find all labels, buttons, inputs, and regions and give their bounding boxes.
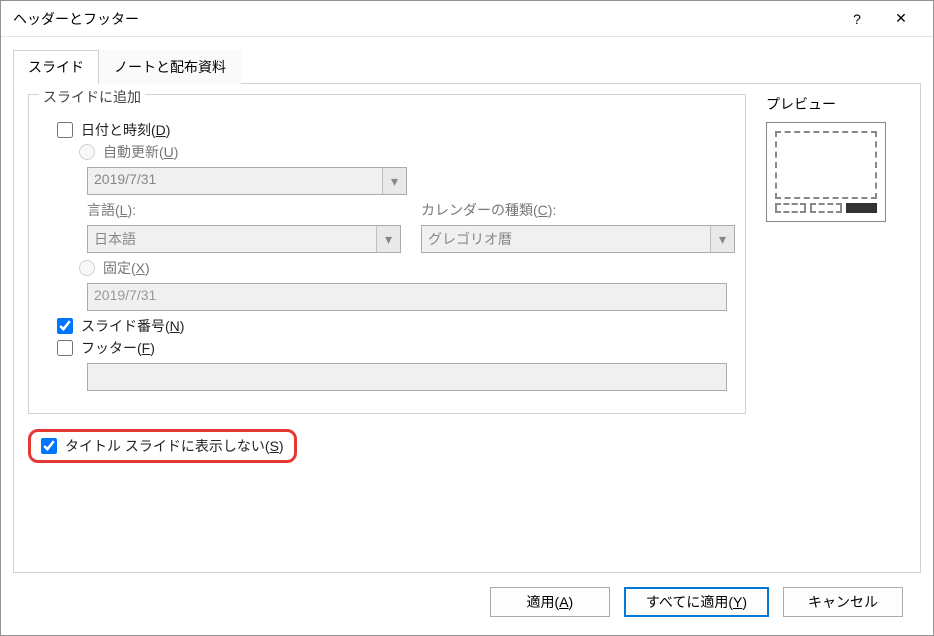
fieldset-legend: スライドに追加 <box>39 89 145 105</box>
auto-date-dropdown-button[interactable]: ▾ <box>382 168 406 194</box>
dont-show-on-title-checkbox[interactable] <box>41 438 57 454</box>
help-button[interactable]: ? <box>835 5 879 33</box>
preview-footer-row <box>775 203 877 213</box>
tab-strip: スライド ノートと配布資料 <box>13 49 921 84</box>
preview-label: プレビュー <box>766 94 906 114</box>
apply-all-button[interactable]: すべてに適用(Y) <box>624 587 769 617</box>
footer-text-field[interactable] <box>87 363 727 391</box>
calendar-dropdown-button[interactable]: ▾ <box>710 226 734 252</box>
calendar-label: カレンダーの種類(C): <box>421 199 735 221</box>
dialog-footer: 適用(A) すべてに適用(Y) キャンセル <box>13 573 921 635</box>
slide-number-checkbox[interactable] <box>57 318 73 334</box>
preview-content <box>775 131 877 199</box>
datetime-row: 日付と時刻(D) <box>39 119 735 141</box>
fixed-label: 固定(X) <box>103 258 150 278</box>
footer-checkbox[interactable] <box>57 340 73 356</box>
cancel-button-label: キャンセル <box>808 592 878 612</box>
close-button[interactable]: ✕ <box>879 5 923 33</box>
slide-number-label: スライド番号(N) <box>81 316 184 336</box>
header-footer-dialog: ヘッダーとフッター ? ✕ スライド ノートと配布資料 スライドに追加 日付と時… <box>0 0 934 636</box>
calendar-combo[interactable]: グレゴリオ暦 ▾ <box>421 225 735 253</box>
tab-content: スライドに追加 日付と時刻(D) 自動更新(U) 2019/7/31 ▾ <box>13 84 921 573</box>
auto-update-label: 自動更新(U) <box>103 142 178 162</box>
no-title-slide-row: タイトル スライドに表示しない(S) <box>28 428 746 464</box>
fixed-row: 固定(X) <box>39 257 735 279</box>
auto-date-value: 2019/7/31 <box>88 168 382 194</box>
preview-area: プレビュー <box>766 94 906 562</box>
include-on-slide-group: スライドに追加 日付と時刻(D) 自動更新(U) 2019/7/31 ▾ <box>28 94 746 414</box>
apply-all-button-label: すべてに適用(Y) <box>646 592 747 612</box>
tab-notes-label: ノートと配布資料 <box>114 59 226 75</box>
footer-row: フッター(F) <box>39 337 735 359</box>
question-icon: ? <box>853 11 861 27</box>
form-area: スライドに追加 日付と時刻(D) 自動更新(U) 2019/7/31 ▾ <box>28 94 746 562</box>
tab-notes-handouts[interactable]: ノートと配布資料 <box>99 50 241 84</box>
auto-date-combo[interactable]: 2019/7/31 ▾ <box>87 167 407 195</box>
datetime-label: 日付と時刻(D) <box>81 120 170 140</box>
footer-label: フッター(F) <box>81 338 155 358</box>
auto-update-row: 自動更新(U) <box>39 141 735 163</box>
tab-slide[interactable]: スライド <box>13 50 99 84</box>
language-value: 日本語 <box>88 226 376 252</box>
close-icon: ✕ <box>895 10 907 27</box>
dont-show-on-title-label: タイトル スライドに表示しない(S) <box>65 436 284 456</box>
titlebar: ヘッダーとフッター ? ✕ <box>1 1 933 37</box>
auto-update-radio[interactable] <box>79 144 95 160</box>
highlight-callout: タイトル スライドに表示しない(S) <box>28 429 297 463</box>
preview-slot-date <box>775 203 806 213</box>
lang-cal-row: 言語(L): 日本語 ▾ カレンダーの種類(C): グレゴリオ暦 ▾ <box>39 199 735 257</box>
language-label: 言語(L): <box>87 199 401 221</box>
chevron-down-icon: ▾ <box>385 231 392 248</box>
datetime-checkbox[interactable] <box>57 122 73 138</box>
calendar-value: グレゴリオ暦 <box>422 226 710 252</box>
slidenum-row: スライド番号(N) <box>39 315 735 337</box>
apply-button-label: 適用(A) <box>527 592 574 612</box>
tab-slide-label: スライド <box>28 59 84 75</box>
fixed-date-field[interactable]: 2019/7/31 <box>87 283 727 311</box>
chevron-down-icon: ▾ <box>719 231 726 248</box>
dialog-title: ヘッダーとフッター <box>11 9 835 29</box>
preview-slot-footer <box>810 203 841 213</box>
preview-thumbnail <box>766 122 886 222</box>
calendar-col: カレンダーの種類(C): グレゴリオ暦 ▾ <box>421 199 735 257</box>
auto-date-combo-wrap: 2019/7/31 ▾ <box>39 167 735 195</box>
fixed-input-wrap: 2019/7/31 <box>39 283 735 311</box>
language-combo[interactable]: 日本語 ▾ <box>87 225 401 253</box>
preview-slot-slidenum <box>846 203 877 213</box>
apply-button[interactable]: 適用(A) <box>490 587 610 617</box>
fixed-radio[interactable] <box>79 260 95 276</box>
dialog-body: スライド ノートと配布資料 スライドに追加 日付と時刻(D) 自動更新(U) <box>1 37 933 635</box>
cancel-button[interactable]: キャンセル <box>783 587 903 617</box>
footer-input-wrap <box>39 363 735 391</box>
language-col: 言語(L): 日本語 ▾ <box>87 199 401 257</box>
language-dropdown-button[interactable]: ▾ <box>376 226 400 252</box>
chevron-down-icon: ▾ <box>391 173 398 190</box>
